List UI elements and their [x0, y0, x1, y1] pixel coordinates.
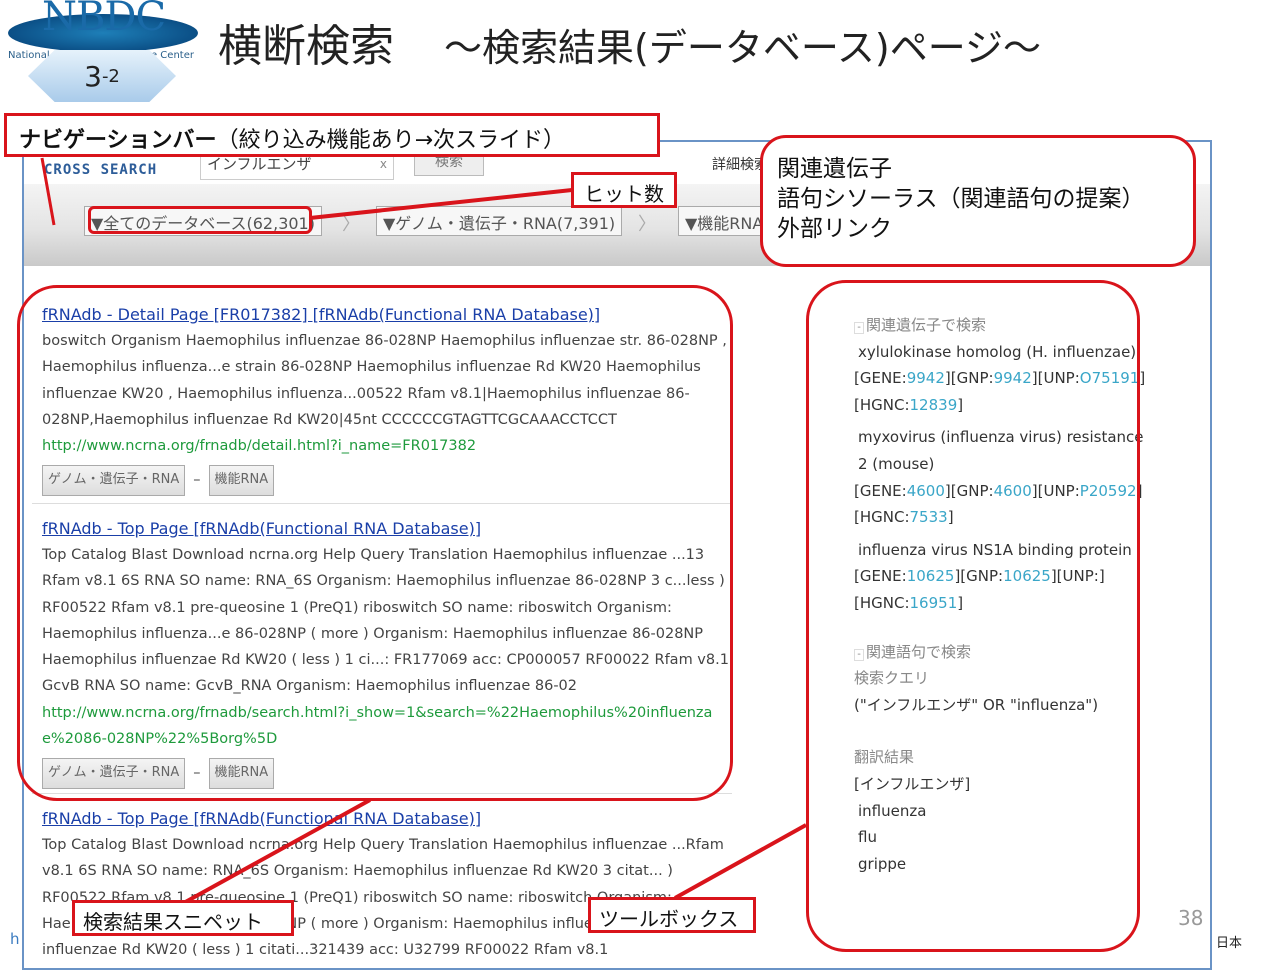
locale-label: 日本: [1216, 936, 1243, 951]
callout-toolbox-desc: 関連遺伝子 語句シソーラス（関連語句の提案） 外部リンク: [760, 135, 1196, 267]
footer-fragment: h: [10, 930, 20, 948]
callout-hits: ヒット数: [571, 172, 677, 208]
clear-icon[interactable]: x: [380, 157, 387, 171]
callout-navbar: ナビゲーションバー（絞り込み機能あり→次スライド）: [4, 113, 660, 157]
section-badge: 3 -2: [28, 50, 176, 102]
slide-title: 横断検索 ～検索結果(データベース)ページ～: [218, 21, 1041, 72]
crumb-functional-rna[interactable]: ▼機能RNA: [678, 206, 768, 236]
snippet-highlight: [17, 285, 733, 801]
search-result: fRNAdb - Top Page [fRNAdb(Functional RNA…: [42, 806, 732, 963]
chevron-right-icon: 〉: [342, 214, 360, 235]
hit-count-highlight: [88, 206, 312, 234]
callout-toolbox: ツールボックス: [588, 897, 756, 933]
nbdc-logo: NBDC National Bioscience Database Center…: [4, 0, 199, 105]
page-number: 38: [1178, 906, 1204, 930]
chevron-right-icon: 〉: [638, 214, 656, 235]
result-title-link[interactable]: fRNAdb - Top Page [fRNAdb(Functional RNA…: [42, 806, 732, 832]
callout-snippet: 検索結果スニペット: [72, 900, 294, 936]
toolbox-highlight: [806, 280, 1140, 952]
crumb-genome-gene-rna[interactable]: ▼ゲノム・遺伝子・RNA(7,391): [376, 206, 623, 236]
cross-search-logo[interactable]: CROSS SEARCH: [44, 162, 157, 178]
